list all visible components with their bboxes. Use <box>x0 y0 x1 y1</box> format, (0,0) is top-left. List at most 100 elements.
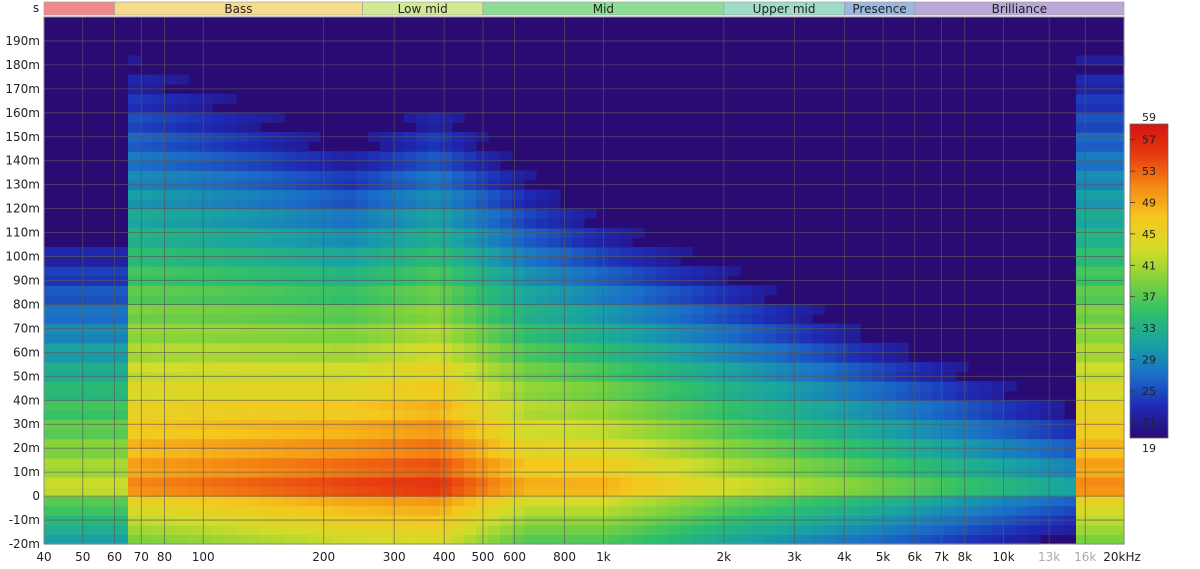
heatmap-cell <box>980 381 993 392</box>
heatmap-cell <box>368 294 381 306</box>
heatmap-cell <box>140 390 153 401</box>
heatmap-cell <box>608 361 621 373</box>
heatmap-cell <box>524 170 537 181</box>
heatmap-cell <box>164 208 177 219</box>
heatmap-cell <box>1100 208 1113 219</box>
heatmap-cell <box>320 170 333 181</box>
heatmap-cell <box>356 160 369 171</box>
heatmap-cell <box>680 352 693 363</box>
heatmap-cell <box>488 457 501 468</box>
heatmap-cell <box>284 314 297 325</box>
heatmap-cell <box>740 505 753 516</box>
heatmap-cell <box>1112 352 1125 363</box>
heatmap-cell <box>188 333 201 344</box>
heatmap-cell <box>284 390 297 401</box>
heatmap-cell <box>1100 505 1113 516</box>
heatmap-cell <box>992 400 1005 411</box>
heatmap-cell <box>224 189 237 200</box>
heatmap-cell <box>488 409 501 421</box>
heatmap-cell <box>848 438 861 449</box>
heatmap-cell <box>1016 486 1029 497</box>
heatmap-cell <box>848 429 861 440</box>
heatmap-cell <box>140 534 153 545</box>
y-tick-label: 40m <box>13 393 40 407</box>
heatmap-cell <box>944 486 957 497</box>
heatmap-cell <box>116 256 129 267</box>
heatmap-cell <box>176 112 189 123</box>
heatmap-cell <box>248 160 261 171</box>
heatmap-cell <box>968 390 981 401</box>
heatmap-cell <box>140 208 153 219</box>
heatmap-cell <box>860 534 873 545</box>
heatmap-cell <box>368 352 381 363</box>
heatmap-cell <box>740 314 753 325</box>
heatmap-cell <box>320 333 333 344</box>
heatmap-cell <box>128 266 141 277</box>
heatmap-cell <box>188 112 201 123</box>
heatmap-cell <box>776 333 789 344</box>
heatmap-cell <box>284 476 297 488</box>
heatmap-cell <box>308 333 321 344</box>
x-tick-label: 200 <box>312 550 335 564</box>
heatmap-cell <box>824 438 837 449</box>
heatmap-cell <box>44 534 57 545</box>
heatmap-cell <box>212 170 225 181</box>
heatmap-cell <box>248 505 261 516</box>
heatmap-cell <box>656 534 669 545</box>
heatmap-cell <box>164 170 177 181</box>
heatmap-cell <box>152 390 165 401</box>
heatmap-cell <box>428 304 441 315</box>
heatmap-cell <box>1088 189 1101 200</box>
heatmap-cell <box>536 189 549 200</box>
heatmap-cell <box>200 199 213 210</box>
heatmap-cell <box>680 266 693 277</box>
heatmap-cell <box>1028 429 1041 440</box>
heatmap-cell <box>548 438 561 449</box>
heatmap-cell <box>668 352 681 363</box>
heatmap-cell <box>572 429 585 440</box>
heatmap-cell <box>632 285 645 296</box>
heatmap-cell <box>356 199 369 210</box>
heatmap-cell <box>68 534 81 545</box>
heatmap-cell <box>1076 486 1089 497</box>
heatmap-cell <box>548 256 561 267</box>
heatmap-cell <box>332 285 345 296</box>
heatmap-cell <box>1088 93 1101 104</box>
heatmap-cell <box>728 400 741 411</box>
heatmap-cell <box>512 524 525 536</box>
heatmap-cell <box>140 352 153 363</box>
band-label: Brilliance <box>992 2 1047 16</box>
heatmap-cell <box>320 448 333 459</box>
heatmap-cell <box>308 390 321 401</box>
heatmap-cell <box>188 381 201 392</box>
heatmap-cell <box>500 457 513 468</box>
heatmap-cell <box>152 237 165 248</box>
heatmap-cell <box>68 429 81 440</box>
heatmap-cell <box>1076 55 1089 66</box>
heatmap-cell <box>680 333 693 344</box>
heatmap-cell <box>368 199 381 210</box>
heatmap-cell <box>572 486 585 497</box>
heatmap-cell <box>140 496 153 507</box>
heatmap-cell <box>428 314 441 325</box>
heatmap-cell <box>128 361 141 373</box>
x-tick-label: 7k <box>934 550 949 564</box>
heatmap-cell <box>992 505 1005 516</box>
heatmap-cell <box>140 361 153 373</box>
heatmap-cell <box>224 534 237 545</box>
heatmap-cell <box>884 438 897 449</box>
heatmap-cell <box>692 390 705 401</box>
heatmap-cell <box>1100 266 1113 277</box>
heatmap-cell <box>644 256 657 267</box>
heatmap-cell <box>152 266 165 277</box>
heatmap-cell <box>572 294 585 306</box>
heatmap-cell <box>284 246 297 258</box>
heatmap-cell <box>548 400 561 411</box>
heatmap-cell <box>812 361 825 373</box>
heatmap-cell <box>56 333 69 344</box>
heatmap-cell <box>608 390 621 401</box>
heatmap-cell <box>944 409 957 421</box>
heatmap-cell <box>824 352 837 363</box>
heatmap-cell <box>296 333 309 344</box>
heatmap-cell <box>428 486 441 497</box>
